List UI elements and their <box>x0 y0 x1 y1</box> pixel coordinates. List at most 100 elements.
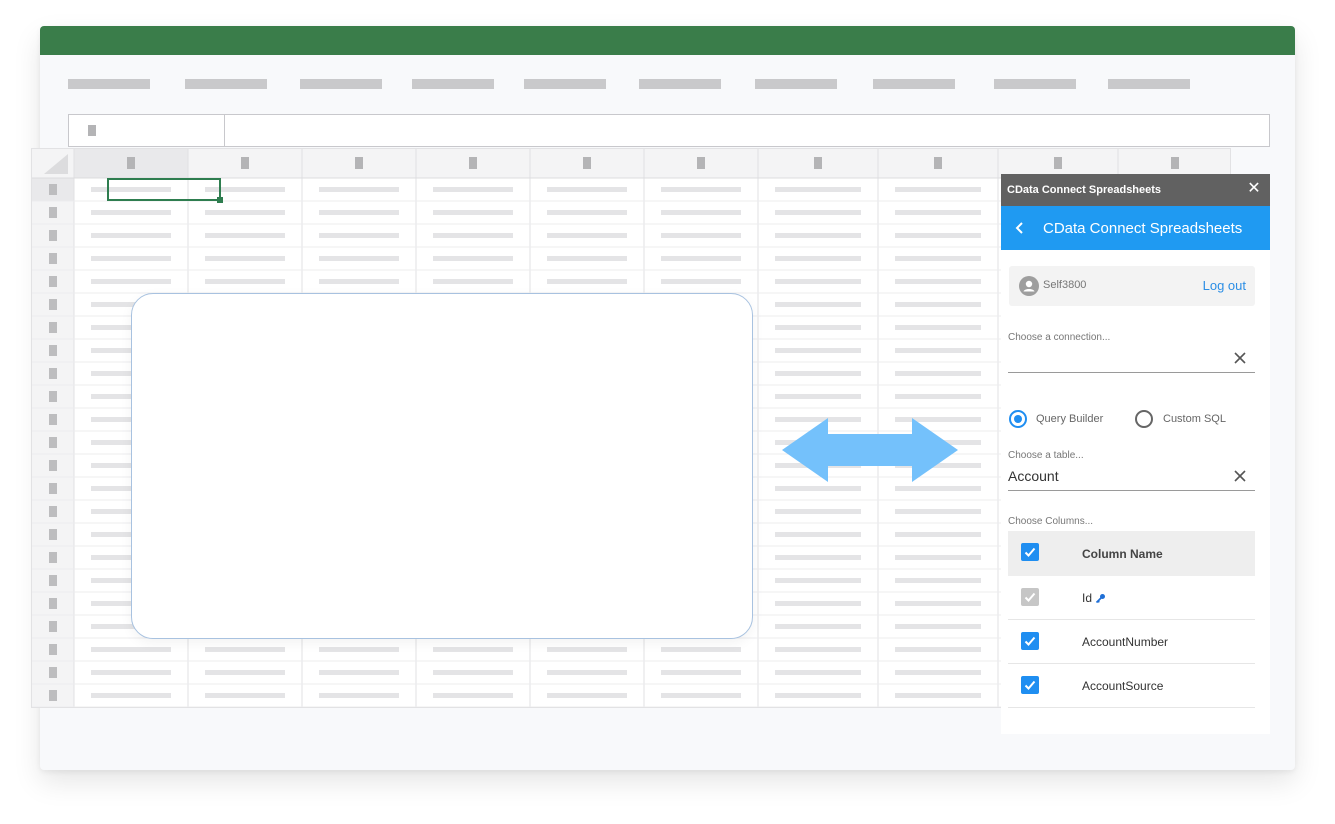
cell-content-placeholder <box>205 647 285 652</box>
cell-content-placeholder <box>895 509 981 514</box>
cell-content-placeholder <box>661 233 741 238</box>
clear-connection-icon[interactable] <box>1232 350 1248 366</box>
row-label-placeholder <box>49 644 57 655</box>
cell-content-placeholder <box>895 578 981 583</box>
cell-content-placeholder <box>895 601 981 606</box>
cell-content-placeholder <box>895 210 981 215</box>
panel-header-title: CData Connect Spreadsheets <box>1043 220 1243 237</box>
table-value[interactable]: Account <box>1008 468 1059 484</box>
column-label-placeholder <box>1171 157 1179 169</box>
panel-window-title: CData Connect Spreadsheets <box>1007 184 1162 196</box>
resize-arrow-icon <box>782 418 958 482</box>
formula-bar[interactable] <box>68 114 1270 147</box>
cell-content-placeholder <box>775 578 861 583</box>
row-label-placeholder <box>49 391 57 402</box>
row-label-placeholder <box>49 598 57 609</box>
clear-table-icon[interactable] <box>1232 468 1248 484</box>
name-box-placeholder <box>88 125 96 136</box>
column-checkbox[interactable] <box>1021 676 1039 694</box>
name-box[interactable] <box>69 115 225 146</box>
menu-item-placeholder[interactable] <box>873 79 955 89</box>
cell-content-placeholder <box>547 693 627 698</box>
cell-content-placeholder <box>433 647 513 652</box>
cell-content-placeholder <box>547 256 627 261</box>
cell-content-placeholder <box>91 647 171 652</box>
chevron-left-icon[interactable] <box>1013 220 1027 236</box>
radio-query-builder[interactable] <box>1009 410 1027 428</box>
fill-handle[interactable] <box>217 197 223 203</box>
menu-item-placeholder[interactable] <box>755 79 837 89</box>
cell-content-placeholder <box>775 601 861 606</box>
user-icon <box>1023 280 1035 292</box>
column-label-placeholder <box>469 157 477 169</box>
cell-content-placeholder <box>433 670 513 675</box>
radio-custom-sql[interactable] <box>1135 410 1153 428</box>
cell-content-placeholder <box>661 670 741 675</box>
column-row[interactable]: AccountNumber <box>1008 620 1255 664</box>
cell-content-placeholder <box>775 279 861 284</box>
cell-content-placeholder <box>895 693 981 698</box>
row-label-placeholder <box>49 667 57 678</box>
menu-item-placeholder[interactable] <box>1108 79 1190 89</box>
menu-item-placeholder[interactable] <box>300 79 382 89</box>
cell-content-placeholder <box>895 302 981 307</box>
row-label-placeholder <box>49 368 57 379</box>
row-label-placeholder <box>49 184 57 195</box>
cell-content-placeholder <box>895 647 981 652</box>
row-label-placeholder <box>49 460 57 471</box>
row-label-placeholder <box>49 322 57 333</box>
cell-content-placeholder <box>775 348 861 353</box>
close-icon[interactable]: ✕ <box>1247 181 1261 197</box>
cell-content-placeholder <box>547 210 627 215</box>
menu-item-placeholder[interactable] <box>639 79 721 89</box>
column-row[interactable]: Id <box>1008 576 1255 620</box>
cell-content-placeholder <box>661 647 741 652</box>
table-underline <box>1008 490 1255 491</box>
cell-content-placeholder <box>547 187 627 192</box>
column-checkbox[interactable] <box>1021 632 1039 650</box>
column-label-placeholder <box>1054 157 1062 169</box>
cell-content-placeholder <box>895 187 981 192</box>
cell-content-placeholder <box>661 256 741 261</box>
cell-content-placeholder <box>205 670 285 675</box>
cell-content-placeholder <box>775 187 861 192</box>
selected-cell[interactable] <box>107 178 223 203</box>
menu-item-placeholder[interactable] <box>68 79 150 89</box>
cell-content-placeholder <box>433 693 513 698</box>
cell-content-placeholder <box>433 233 513 238</box>
user-name: Self3800 <box>1043 279 1087 291</box>
menu-item-placeholder[interactable] <box>994 79 1076 89</box>
cell-content-placeholder <box>895 256 981 261</box>
check-icon <box>1024 680 1036 690</box>
cell-content-placeholder <box>547 233 627 238</box>
menu-item-placeholder[interactable] <box>412 79 494 89</box>
cell-content-placeholder <box>205 256 285 261</box>
column-checkbox-disabled <box>1021 588 1039 606</box>
columns-label: Choose Columns... <box>1008 516 1094 527</box>
logout-link[interactable]: Log out <box>1203 278 1246 293</box>
row-label-placeholder <box>49 345 57 356</box>
cell-content-placeholder <box>895 348 981 353</box>
menu-item-placeholder[interactable] <box>185 79 267 89</box>
column-name: AccountSource <box>1082 679 1164 693</box>
row-label-placeholder <box>49 437 57 448</box>
select-all-checkbox[interactable] <box>1021 543 1039 561</box>
cell-content-placeholder <box>775 532 861 537</box>
radio-custom-sql-label: Custom SQL <box>1163 413 1226 425</box>
cell-content-placeholder <box>661 279 741 284</box>
cell-content-placeholder <box>547 670 627 675</box>
cell-content-placeholder <box>661 187 741 192</box>
column-row[interactable]: AccountSource <box>1008 664 1255 708</box>
cell-content-placeholder <box>91 256 171 261</box>
cell-content-placeholder <box>895 486 981 491</box>
column-label-placeholder <box>934 157 942 169</box>
cell-content-placeholder <box>895 325 981 330</box>
menu-item-placeholder[interactable] <box>524 79 606 89</box>
cell-content-placeholder <box>775 394 861 399</box>
column-label-placeholder <box>583 157 591 169</box>
column-name-header: Column Name <box>1082 547 1163 561</box>
cell-content-placeholder <box>895 532 981 537</box>
row-label-placeholder <box>49 414 57 425</box>
cell-content-placeholder <box>91 279 171 284</box>
cell-content-placeholder <box>775 325 861 330</box>
